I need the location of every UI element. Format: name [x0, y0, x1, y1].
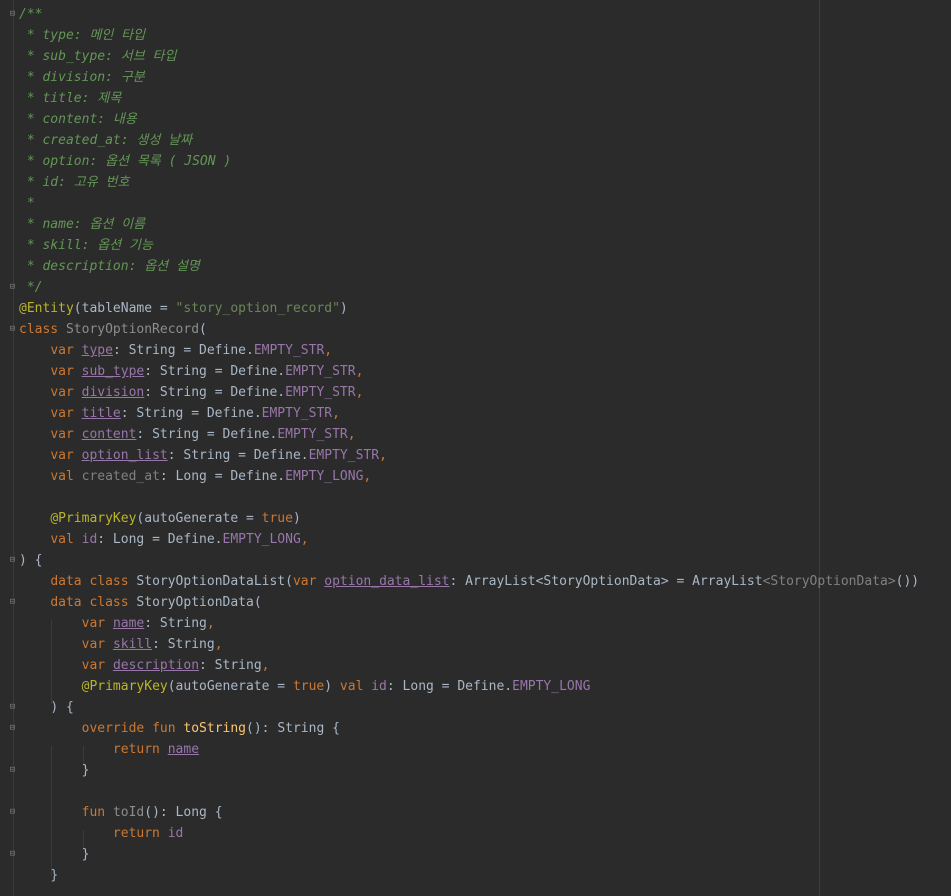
code-line: class StoryOptionRecord( — [19, 322, 207, 337]
code-line: * sub_type: 서브 타입 — [19, 49, 177, 64]
fold-marker-icon[interactable]: ⊟ — [8, 283, 17, 292]
code-line: var option_list: String = Define.EMPTY_S… — [50, 448, 387, 463]
fold-marker-icon[interactable]: ⊟ — [8, 598, 17, 607]
code-line: @PrimaryKey(autoGenerate = true) val id:… — [81, 679, 591, 694]
code-line: ) { — [50, 700, 74, 715]
code-line: * content: 내용 — [19, 112, 137, 127]
code-line: fun toId(): Long { — [81, 805, 223, 820]
code-line: } — [81, 847, 90, 862]
code-line: var title: String = Define.EMPTY_STR, — [50, 406, 340, 421]
fold-marker-icon[interactable]: ⊟ — [8, 10, 17, 19]
code-line: val id: Long = Define.EMPTY_LONG, — [50, 532, 309, 547]
code-line: var content: String = Define.EMPTY_STR, — [50, 427, 356, 442]
fold-marker-icon[interactable]: ⊟ — [8, 850, 17, 859]
code-line: return name — [112, 742, 200, 757]
code-line: ) { — [19, 553, 43, 568]
code-line: } — [50, 868, 59, 883]
code-line: } — [81, 763, 90, 778]
code-line: * type: 메인 타입 — [19, 28, 146, 43]
code-line: var sub_type: String = Define.EMPTY_STR, — [50, 364, 364, 379]
code-line: /** — [19, 7, 43, 22]
code-line: * — [19, 196, 35, 211]
code-line: @Entity(tableName = "story_option_record… — [19, 301, 348, 316]
code-line: data class StoryOptionDataList(var optio… — [50, 574, 920, 589]
code-line: var description: String, — [81, 658, 270, 673]
fold-marker-icon[interactable]: ⊟ — [8, 766, 17, 775]
class-name: StoryOptionRecord — [65, 322, 200, 337]
code-line: * id: 고유 번호 — [19, 175, 130, 190]
code-line: * division: 구분 — [19, 70, 145, 85]
code-line: var skill: String, — [81, 637, 223, 652]
string-literal: "story_option_record" — [175, 301, 340, 316]
code-editor[interactable]: /** * type: 메인 타입 * sub_type: 서브 타입 * di… — [19, 4, 949, 886]
annotation: @Entity — [19, 301, 74, 316]
fold-marker-icon[interactable]: ⊟ — [8, 808, 17, 817]
code-line: data class StoryOptionData( — [50, 595, 262, 610]
code-line: val created_at: Long = Define.EMPTY_LONG… — [50, 469, 372, 484]
code-line: * created_at: 생성 날짜 — [19, 133, 193, 148]
fold-marker-icon[interactable]: ⊟ — [8, 325, 17, 334]
code-line: var name: String, — [81, 616, 215, 631]
code-line: * option: 옵션 목록 ( JSON ) — [19, 154, 232, 169]
code-line: return id — [112, 826, 184, 841]
code-line: @PrimaryKey(autoGenerate = true) — [50, 511, 301, 526]
code-line: * title: 제목 — [19, 91, 122, 106]
fold-marker-icon[interactable]: ⊟ — [8, 703, 17, 712]
fold-marker-icon[interactable]: ⊟ — [8, 556, 17, 565]
code-line: var division: String = Define.EMPTY_STR, — [50, 385, 364, 400]
code-line: * name: 옵션 이름 — [19, 217, 146, 232]
code-line: override fun toString(): String { — [81, 721, 340, 736]
code-line: var type: String = Define.EMPTY_STR, — [50, 343, 333, 358]
editor-gutter — [0, 0, 19, 896]
code-line: * skill: 옵션 기능 — [19, 238, 153, 253]
gutter-divider — [13, 0, 14, 896]
code-line: */ — [19, 280, 43, 295]
fold-marker-icon[interactable]: ⊟ — [8, 724, 17, 733]
code-line: * description: 옵션 설명 — [19, 259, 200, 274]
